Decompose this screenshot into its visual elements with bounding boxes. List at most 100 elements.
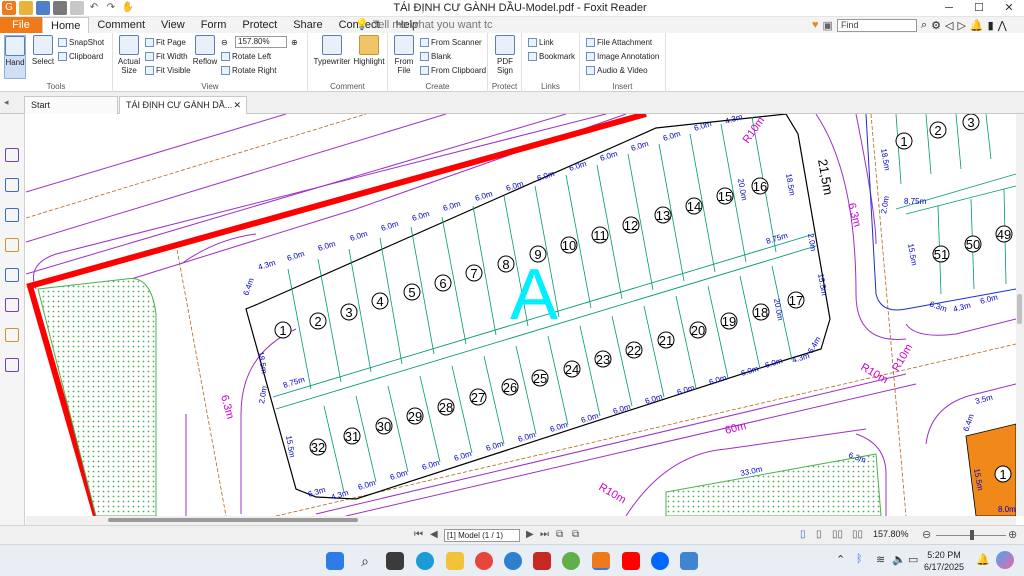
bluetooth-icon[interactable]: ᛒ <box>856 553 863 565</box>
status-zoom-in-icon[interactable]: ⊕ <box>1008 528 1017 541</box>
horizontal-scrollbar[interactable] <box>26 516 1016 525</box>
find-input[interactable]: Find <box>836 18 917 32</box>
zoom-out-icon[interactable]: ⊖ <box>221 38 228 47</box>
minimize-icon[interactable]: ─ <box>934 0 964 17</box>
comments-panel-icon[interactable] <box>5 238 19 252</box>
hand-button[interactable]: Hand <box>4 35 26 79</box>
file-explorer-icon[interactable] <box>446 552 464 570</box>
tab-view[interactable]: View <box>153 17 193 33</box>
copilot-icon[interactable] <box>996 551 1014 569</box>
tab-comment[interactable]: Comment <box>89 17 153 33</box>
audio-video-button[interactable]: Audio & Video <box>586 66 648 75</box>
bookmark-button[interactable]: Bookmark <box>528 52 575 61</box>
tab-start[interactable]: Start <box>24 96 118 114</box>
pdf-sign-button[interactable]: PDF Sign <box>494 35 516 75</box>
tab-protect[interactable]: Protect <box>234 17 285 33</box>
chrome-icon[interactable] <box>475 552 493 570</box>
zoom-in-icon[interactable]: ⊕ <box>291 38 298 47</box>
select-button[interactable]: Select <box>30 35 56 66</box>
tab-current-document[interactable]: TÁI ĐỊNH CƯ GÀNH DẦ... ✕ <box>119 96 247 114</box>
single-page-icon[interactable]: ▯ <box>800 529 806 540</box>
tab-form[interactable]: Form <box>193 17 235 33</box>
from-file-button[interactable]: From File <box>392 35 416 75</box>
search-icon[interactable]: ⌕ <box>921 19 927 32</box>
tab-share[interactable]: Share <box>285 17 330 33</box>
windows-start-icon[interactable] <box>326 552 344 570</box>
maximize-icon[interactable]: ☐ <box>964 0 994 17</box>
facing-icon[interactable]: ▯▯ <box>832 529 843 540</box>
clipboard-button[interactable]: Clipboard <box>58 52 103 61</box>
document-canvas[interactable]: 1 2 3 4 5 6 7 8 9 10 11 12 13 14 15 16 1… <box>26 114 1016 516</box>
open-icon[interactable] <box>19 1 33 15</box>
youtube-icon[interactable] <box>622 552 640 570</box>
layers-panel-icon[interactable] <box>5 208 19 222</box>
tray-chevron-icon[interactable]: ⌃ <box>836 553 845 566</box>
taskbar-clock[interactable]: 5:20 PM 6/17/2025 <box>924 549 964 573</box>
taskbar-search-icon[interactable]: ⌕ <box>356 552 374 570</box>
blank-button[interactable]: Blank <box>420 52 451 61</box>
zoom-slider-thumb[interactable] <box>970 530 974 540</box>
tab-menu-icon[interactable]: ◂ <box>4 97 9 108</box>
wifi-icon[interactable]: ≋ <box>876 553 885 566</box>
continuous-facing-icon[interactable]: ▯▯ <box>852 529 863 540</box>
ribbon-toggle-icon[interactable]: ⋀ <box>998 19 1007 32</box>
destinations-panel-icon[interactable] <box>5 358 19 372</box>
notification-bell-icon[interactable]: 🔔 <box>976 553 990 566</box>
telegram-icon[interactable] <box>504 552 522 570</box>
reflow-button[interactable]: Reflow <box>193 35 217 66</box>
volume-icon[interactable]: 🔈 <box>892 553 906 566</box>
task-view-icon[interactable] <box>386 552 404 570</box>
app-icon[interactable] <box>680 552 698 570</box>
status-zoom-out-icon[interactable]: ⊖ <box>922 528 931 541</box>
gear-icon[interactable]: ⚙ <box>931 19 941 32</box>
last-page-icon[interactable]: ⏭ <box>540 529 549 540</box>
fit-visible-button[interactable]: Fit Visible <box>145 66 191 75</box>
security-panel-icon[interactable] <box>5 328 19 342</box>
from-scanner-button[interactable]: From Scanner <box>420 38 482 47</box>
save-icon[interactable] <box>36 1 50 15</box>
hand-tool-quick-icon[interactable]: ✋ <box>121 1 135 15</box>
print-icon[interactable] <box>53 1 67 15</box>
next-icon[interactable]: ▷ <box>957 19 965 32</box>
file-tab[interactable]: File <box>0 17 42 33</box>
pages-panel-icon[interactable] <box>5 178 19 192</box>
attachments-panel-icon[interactable] <box>5 268 19 282</box>
acrobat-icon[interactable] <box>533 552 551 570</box>
skin-icon[interactable]: ▣ <box>823 19 833 32</box>
rotate-left-button[interactable]: Rotate Left <box>221 52 271 61</box>
zoom-select[interactable]: 157.80% <box>235 36 287 48</box>
edge-icon[interactable] <box>416 552 434 570</box>
bookmark-panel-icon[interactable] <box>5 148 19 162</box>
typewriter-button[interactable]: Typewriter <box>312 35 352 66</box>
vertical-scrollbar[interactable] <box>1016 114 1024 516</box>
horizontal-scroll-thumb[interactable] <box>108 518 358 522</box>
link-button[interactable]: Link <box>528 38 554 47</box>
close-icon[interactable]: ✕ <box>994 0 1024 17</box>
heart-icon[interactable]: ♥ <box>812 19 819 31</box>
page-selector[interactable]: [1] Model (1 / 1) <box>444 529 520 542</box>
bell-icon[interactable]: 🔔 <box>970 19 984 32</box>
zalo-icon[interactable] <box>651 552 669 570</box>
highlight-button[interactable]: Highlight <box>353 35 385 66</box>
undo-icon[interactable]: ↶ <box>87 1 101 15</box>
user-icon[interactable]: ▮ <box>988 19 994 32</box>
prev-icon[interactable]: ◁ <box>945 19 953 32</box>
battery-icon[interactable]: ▭ <box>908 553 918 566</box>
coccoc-icon[interactable] <box>562 552 580 570</box>
actual-size-button[interactable]: Actual Size <box>117 35 141 75</box>
signature-panel-icon[interactable] <box>5 298 19 312</box>
rotate-right-button[interactable]: Rotate Right <box>221 66 276 75</box>
foxit-taskbar-icon[interactable] <box>592 552 610 570</box>
vertical-scroll-thumb[interactable] <box>1017 294 1022 324</box>
snapshot-button[interactable]: SnapShot <box>58 38 104 47</box>
fit-page-button[interactable]: Fit Page <box>145 38 186 47</box>
new-icon[interactable] <box>70 1 84 15</box>
tab-home[interactable]: Home <box>42 17 90 33</box>
close-tab-icon[interactable]: ✕ <box>233 97 241 114</box>
image-annotation-button[interactable]: Image Annotation <box>586 52 659 61</box>
fit-width-button[interactable]: Fit Width <box>145 52 188 61</box>
first-page-icon[interactable]: ⏮ <box>414 529 423 540</box>
continuous-icon[interactable]: ▯ <box>816 529 822 540</box>
previous-view-icon[interactable]: ⧉ <box>556 529 563 540</box>
from-clipboard-button[interactable]: From Clipboard <box>420 66 486 75</box>
